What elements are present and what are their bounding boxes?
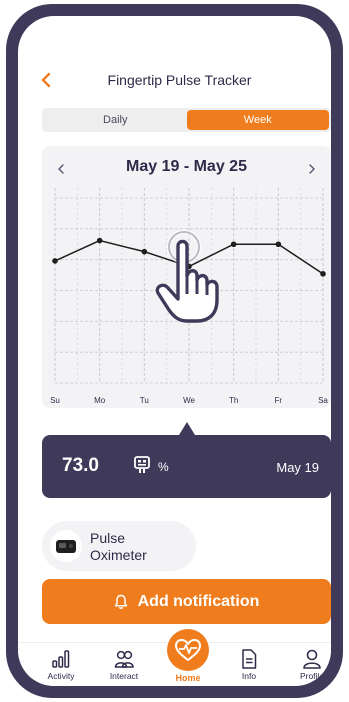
bar-chart-icon xyxy=(52,650,70,668)
x-tick-label: We xyxy=(183,396,195,405)
data-point xyxy=(230,241,237,248)
data-point xyxy=(52,258,58,264)
tooltip-pointer xyxy=(179,422,195,435)
tap-hand-icon xyxy=(155,230,219,323)
nav-profile[interactable]: Profile xyxy=(285,643,331,686)
people-icon xyxy=(114,650,134,668)
reading-date: May 19 xyxy=(276,460,319,475)
x-tick-label: Th xyxy=(229,396,238,405)
reading-card: 73.0 % May 19 xyxy=(42,435,331,498)
data-point xyxy=(96,237,103,244)
period-segmented-control: Daily Week xyxy=(42,108,331,132)
user-icon xyxy=(303,649,321,669)
reading-value: 73.0 xyxy=(62,455,99,476)
add-notification-button[interactable]: Add notification xyxy=(42,579,331,624)
segment-week[interactable]: Week xyxy=(186,110,329,130)
x-tick-label: Mo xyxy=(94,396,106,405)
pulse-oximeter-icon xyxy=(50,530,82,562)
nav-activity-label: Activity xyxy=(47,671,75,681)
nav-interact-label: Interact xyxy=(109,671,139,681)
heart-pulse-icon xyxy=(175,639,201,661)
data-point xyxy=(275,241,282,248)
x-tick-label: Tu xyxy=(140,396,149,405)
bell-icon xyxy=(114,594,127,609)
nav-info[interactable]: Info xyxy=(222,643,276,686)
document-icon xyxy=(242,649,257,669)
phone-frame: Fingertip Pulse Tracker Daily Week May 1… xyxy=(6,4,343,698)
data-point xyxy=(141,248,148,255)
nav-profile-label: Profile xyxy=(299,671,325,681)
app-screen: Fingertip Pulse Tracker Daily Week May 1… xyxy=(18,16,331,686)
nav-home-label: Home xyxy=(175,673,201,683)
nav-info-label: Info xyxy=(241,671,257,681)
data-point xyxy=(320,271,326,277)
nav-activity[interactable]: Activity xyxy=(34,643,88,686)
nav-home[interactable] xyxy=(167,629,209,671)
monitor-icon xyxy=(134,456,150,473)
x-tick-label: Fr xyxy=(275,396,283,405)
nav-interact[interactable]: Interact xyxy=(97,643,151,686)
device-chip[interactable]: Pulse Oximeter xyxy=(42,521,196,571)
x-tick-label: Su xyxy=(50,396,60,405)
segment-daily[interactable]: Daily xyxy=(44,110,187,130)
header: Fingertip Pulse Tracker xyxy=(18,70,331,92)
device-name: Pulse Oximeter xyxy=(90,530,147,563)
add-notification-label: Add notification xyxy=(137,592,260,610)
x-tick-label: Sa xyxy=(318,396,328,405)
reading-unit: % xyxy=(158,460,169,474)
page-title: Fingertip Pulse Tracker xyxy=(107,72,252,88)
